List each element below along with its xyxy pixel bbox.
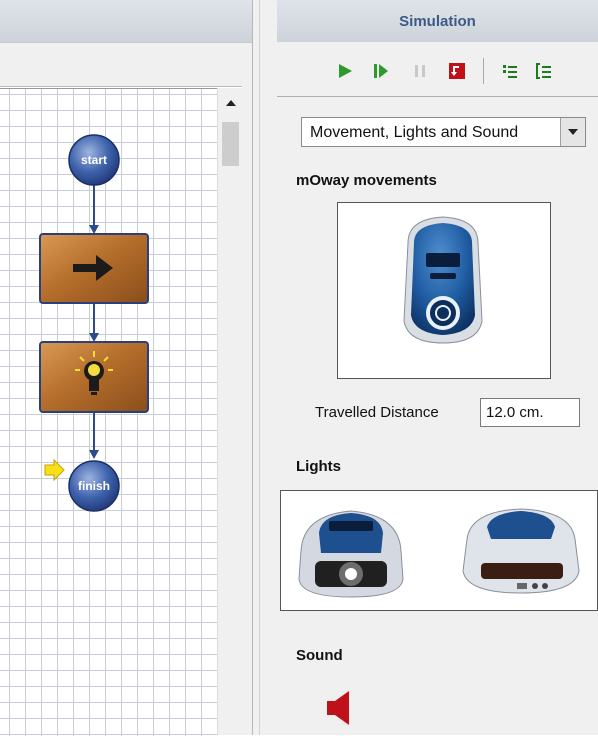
play-icon[interactable]: [336, 62, 354, 80]
mode-select-value: Movement, Lights and Sound: [310, 124, 519, 141]
pane-splitter[interactable]: [252, 0, 278, 735]
current-step-arrow-icon: [44, 458, 65, 482]
simulation-panel: Simulation Movement, Lights and Sound mO…: [277, 0, 598, 735]
simulation-header: Simulation: [277, 0, 598, 42]
movements-section-label: mOway movements: [296, 172, 437, 189]
simulation-title: Simulation: [399, 12, 476, 30]
start-label: start: [81, 153, 107, 167]
scroll-up-button[interactable]: [222, 94, 239, 112]
flowchart-canvas[interactable]: start finish: [0, 88, 217, 736]
movement-block[interactable]: [39, 233, 149, 304]
robot-rear-image: [462, 508, 580, 594]
flowchart-diagram: start finish: [39, 134, 149, 512]
stop-icon[interactable]: [448, 62, 466, 80]
movement-preview: [337, 202, 551, 379]
lights-block[interactable]: [39, 341, 149, 413]
pause-icon[interactable]: [411, 62, 429, 80]
chevron-down-icon[interactable]: [560, 118, 585, 146]
simulation-toolbar: [277, 42, 598, 97]
connector-light-to-finish: [89, 412, 99, 459]
simulation-mode-select[interactable]: Movement, Lights and Sound: [301, 117, 586, 147]
connector-start-to-move: [89, 184, 99, 234]
editor-header: [0, 0, 252, 42]
editor-toolbar: [0, 42, 252, 87]
robot-top-view-image: [403, 216, 483, 344]
canvas-scrollbar[interactable]: [217, 88, 243, 735]
robot-lights-images: [298, 508, 580, 598]
lights-preview: [280, 490, 598, 611]
finish-node[interactable]: finish: [68, 460, 120, 512]
lights-section-label: Lights: [296, 458, 341, 475]
scroll-thumb[interactable]: [222, 122, 239, 166]
editor-right-border: [242, 85, 252, 735]
distance-label: Travelled Distance: [315, 404, 439, 421]
connector-move-to-light: [89, 303, 99, 342]
distance-field[interactable]: 12.0 cm.: [480, 398, 580, 427]
start-node[interactable]: start: [68, 134, 120, 186]
toolbar-separator: [483, 58, 484, 84]
finish-label: finish: [78, 479, 110, 493]
speaker-icon: [327, 691, 349, 725]
sound-section-label: Sound: [296, 647, 343, 664]
step-forward-icon[interactable]: [372, 62, 390, 80]
step-out-icon[interactable]: [535, 62, 553, 80]
robot-front-image: [298, 510, 404, 598]
step-into-icon[interactable]: [501, 62, 519, 80]
